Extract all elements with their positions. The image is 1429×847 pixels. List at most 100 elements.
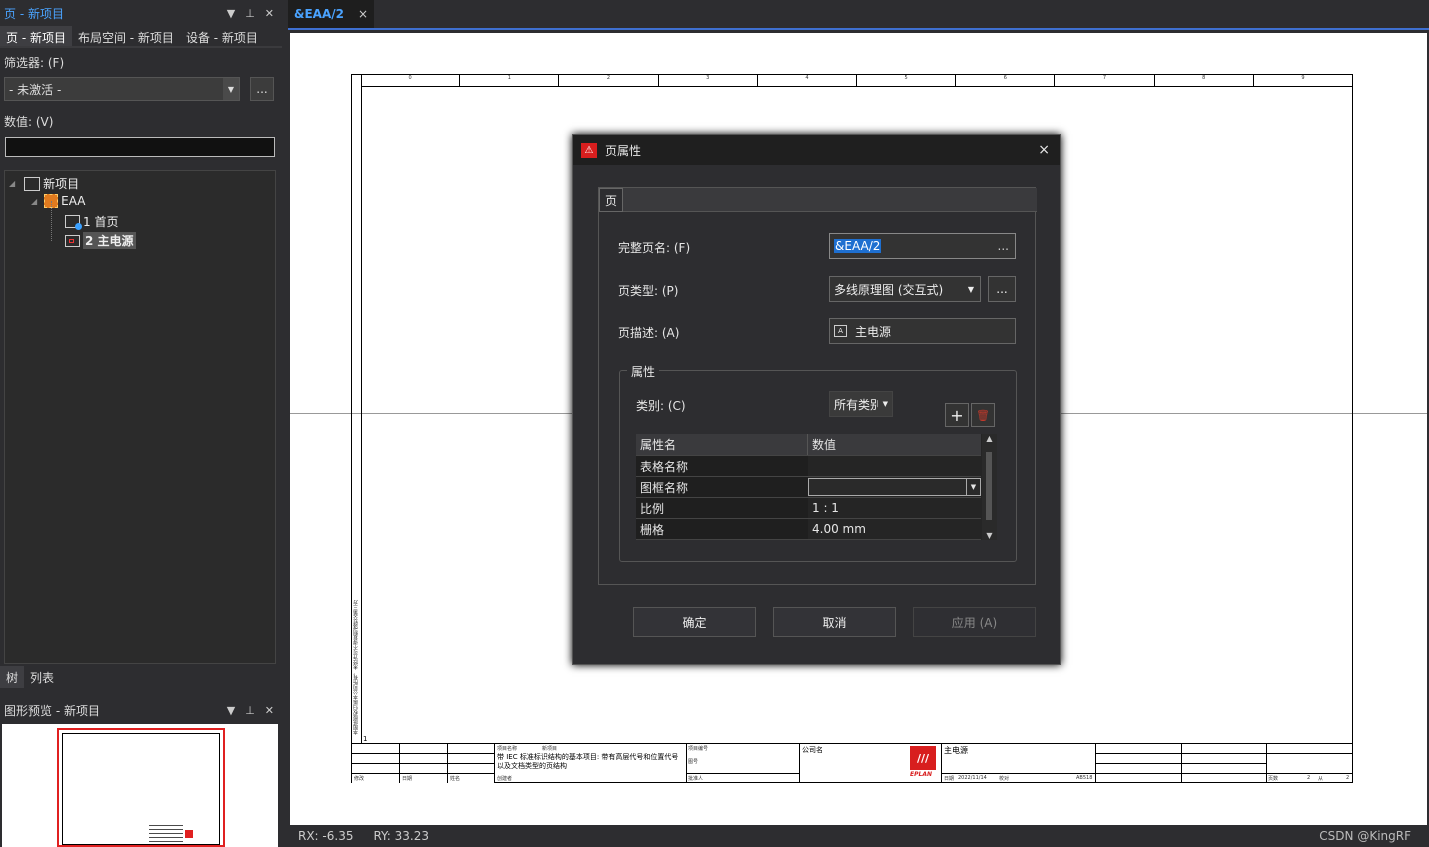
approved-label: 批准人	[688, 776, 704, 782]
apply-button[interactable]: 应用 (A)	[913, 607, 1036, 637]
preview-header: 图形预览 - 新项目 ▼ ⊥ ✕	[0, 697, 282, 723]
dialog-tab-panel: 页 完整页名: (F) &EAA/2 ... 页类型: (P) 多线原理图 (交…	[598, 187, 1037, 585]
page-desc-input[interactable]: A 主电源	[829, 318, 1016, 344]
table-row[interactable]: 比例 1 : 1	[636, 498, 981, 519]
scroll-up-icon[interactable]: ▲	[982, 434, 997, 443]
table-row[interactable]: 栅格 4.00 mm	[636, 519, 981, 540]
revision-grid	[352, 744, 494, 783]
ok-button[interactable]: 确定	[633, 607, 756, 637]
filter-value: - 未激活 -	[9, 82, 62, 97]
collapse-icon[interactable]: ◢	[31, 197, 37, 206]
project-code-label: 项目编号	[688, 746, 709, 752]
full-page-value: &EAA/2	[834, 239, 882, 253]
status-ry: RY: 33.23	[373, 829, 429, 843]
category-label: 类别: (C)	[636, 399, 686, 413]
tab-page[interactable]: 页	[599, 188, 623, 212]
table-row[interactable]: 图框名称 ▼	[636, 477, 981, 498]
value-label: 数值: (V)	[4, 115, 54, 129]
category-value: 所有类别	[834, 397, 878, 412]
chevron-down-icon[interactable]: ▼	[966, 478, 980, 496]
filter-more-button[interactable]: ...	[250, 77, 274, 101]
tree-connector	[51, 201, 52, 241]
watermark: CSDN @KingRF	[1319, 829, 1411, 843]
dropdown-icon[interactable]: ▼	[227, 7, 235, 20]
chevron-down-icon[interactable]: ▼	[968, 285, 974, 294]
preview-page-outline	[57, 728, 225, 847]
row-name: 比例	[636, 498, 808, 518]
page-type-button[interactable]: ...	[988, 276, 1016, 302]
page-description: 主电源	[944, 746, 968, 755]
logo-text: EPLAN	[910, 771, 932, 778]
value-input[interactable]	[5, 137, 275, 157]
chevron-down-icon[interactable]: ▼	[223, 78, 239, 100]
filter-dropdown[interactable]: - 未激活 - ▼	[4, 77, 240, 101]
column-number: 6	[956, 75, 1056, 86]
row-value[interactable]: 1 : 1	[808, 498, 981, 518]
page-overview-icon	[65, 215, 82, 230]
close-icon[interactable]: ×	[1038, 142, 1050, 158]
document-tab[interactable]: &EAA/2 ×	[288, 0, 374, 28]
full-page-input[interactable]: &EAA/2 ...	[829, 233, 1016, 259]
tab-layout-space[interactable]: 布局空间 - 新项目	[72, 26, 180, 46]
frame-name-dropdown[interactable]: ▼	[808, 478, 981, 496]
header-value[interactable]: 数值	[808, 434, 981, 455]
scroll-down-icon[interactable]: ▼	[982, 531, 997, 540]
page-type-dropdown[interactable]: 多线原理图 (交互式) ▼	[829, 276, 981, 302]
close-icon[interactable]: ✕	[265, 7, 274, 20]
full-page-button[interactable]: ...	[998, 239, 1009, 253]
column-number: 3	[659, 75, 758, 86]
page-desc-value: 主电源	[855, 324, 892, 339]
tree-label-project: 新项目	[43, 177, 80, 191]
tree-item-eaa[interactable]: ◢ EAA	[31, 194, 86, 208]
pin-icon[interactable]: ⊥	[245, 704, 255, 717]
tree-item-page-1[interactable]: 1 首页	[65, 213, 118, 230]
changed-label: 修改	[354, 776, 365, 782]
header-property-name[interactable]: 属性名	[636, 434, 808, 455]
close-icon[interactable]: ✕	[265, 704, 274, 717]
company-label: 公司名	[802, 746, 823, 754]
panel-tabs: 页 - 新项目 布局空间 - 新项目 设备 - 新项目	[0, 26, 282, 48]
checked-label: 校对	[999, 776, 1010, 782]
grid-scrollbar[interactable]: ▲ ▼	[982, 434, 997, 540]
page-value: 2	[1307, 775, 1311, 781]
multilang-icon[interactable]: A	[834, 325, 847, 337]
row-value[interactable]	[808, 456, 981, 476]
tab-pages[interactable]: 页 - 新项目	[0, 26, 72, 46]
pin-icon[interactable]: ⊥	[245, 7, 255, 20]
properties-group-label: 属性	[627, 363, 660, 380]
project-description: 带 IEC 标准标识结构的基本项目: 带有高层代号和位置代号以及文档类型的页结构	[497, 753, 679, 770]
row-name: 图框名称	[636, 477, 808, 497]
filter-row: - 未激活 - ▼ ...	[0, 77, 282, 101]
category-dropdown[interactable]: 所有类别 ▼	[829, 391, 893, 417]
cancel-button[interactable]: 取消	[773, 607, 896, 637]
full-page-label: 完整页名: (F)	[618, 241, 691, 255]
page-schematic-icon	[65, 234, 80, 247]
dialog-titlebar: ⚠ 页属性 ×	[573, 135, 1060, 165]
delete-icon[interactable]: 🗑	[971, 403, 995, 427]
tree-item-page-2[interactable]: 2 主电源	[65, 232, 136, 249]
tree-label-page-1: 1 首页	[83, 215, 119, 229]
name-label: 姓名	[450, 776, 461, 782]
column-number: 4	[758, 75, 858, 86]
page-type-value: 多线原理图 (交互式)	[834, 282, 944, 297]
tab-devices[interactable]: 设备 - 新项目	[180, 26, 264, 46]
tab-tree[interactable]: 树	[0, 666, 25, 688]
tree-label-eaa: EAA	[61, 194, 86, 208]
table-row[interactable]: 表格名称	[636, 456, 981, 477]
side-copyright-text: 本图纸版权归属本公司所有，未经许可不得复制或转交第三方	[353, 600, 359, 735]
tree-item-project[interactable]: ◢ 新项目	[9, 175, 79, 192]
row-value[interactable]: 4.00 mm	[808, 519, 981, 539]
properties-grid: 属性名 数值 表格名称 图框名称 ▼ 比例 1 : 1 栅格 4.00 mm ▲…	[636, 434, 997, 540]
dropdown-icon[interactable]: ▼	[227, 704, 235, 717]
warning-logo-icon: ⚠	[581, 142, 597, 158]
tab-list[interactable]: 列表	[24, 666, 60, 688]
add-icon[interactable]: +	[945, 403, 969, 427]
column-number: 0	[361, 75, 461, 86]
project-name: 新项目	[542, 746, 558, 752]
collapse-icon[interactable]: ◢	[9, 179, 15, 188]
chevron-down-icon[interactable]: ▼	[883, 400, 888, 408]
row-marker: 1	[363, 735, 368, 743]
scroll-thumb[interactable]	[986, 452, 992, 520]
column-number: 7	[1055, 75, 1155, 86]
close-icon[interactable]: ×	[358, 7, 368, 21]
